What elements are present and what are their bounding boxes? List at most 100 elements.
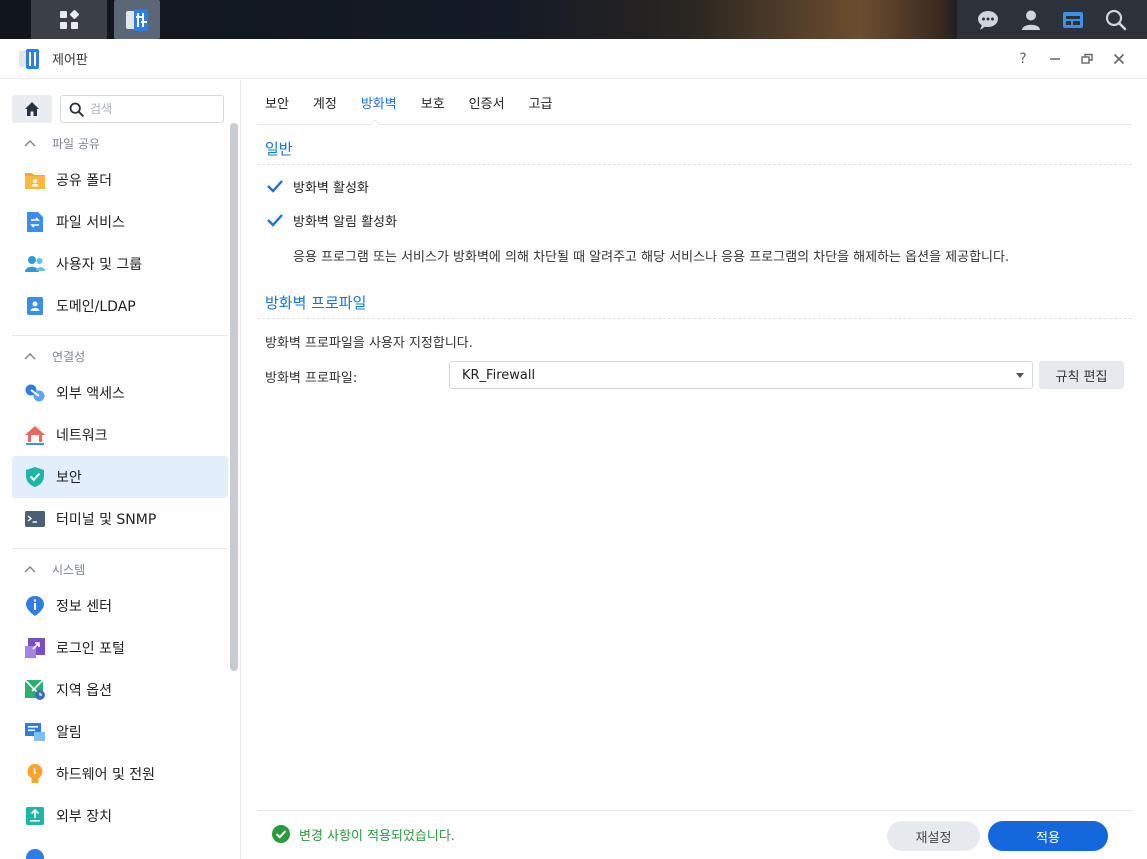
success-check-icon <box>272 825 290 843</box>
checkbox-label: 방화벽 활성화 <box>293 180 369 196</box>
sidebar-item-external-access[interactable]: 외부 액세스 <box>12 372 228 414</box>
tab-protection[interactable]: 보호 <box>413 93 453 124</box>
section-header-file-sharing[interactable]: 파일 공유 <box>24 133 100 153</box>
sidebar-item-label: 알림 <box>56 725 82 741</box>
users-groups-icon <box>24 253 46 275</box>
dropdown-caret-icon <box>1016 373 1024 378</box>
search-icon[interactable] <box>1104 8 1128 32</box>
sidebar-item-notification[interactable]: 알림 <box>12 711 228 753</box>
external-access-icon <box>24 382 46 404</box>
home-button[interactable] <box>12 95 52 123</box>
tab-advanced[interactable]: 고급 <box>521 93 561 124</box>
tab-certificate[interactable]: 인증서 <box>461 93 513 124</box>
sidebar-item-label: 하드웨어 및 전원 <box>56 767 156 783</box>
sidebar-item-login-portal[interactable]: 로그인 포털 <box>12 627 228 669</box>
window-titlebar: 제어판 ? <box>0 39 1147 79</box>
notification-description: 응용 프로그램 또는 서비스가 방화벽에 의해 차단될 때 알려주고 해당 서비… <box>293 250 1010 265</box>
chevron-up-icon <box>24 566 36 573</box>
tab-security[interactable]: 보안 <box>257 93 297 124</box>
sidebar-item-info-center[interactable]: 정보 센터 <box>12 585 228 627</box>
info-center-icon <box>24 595 46 617</box>
select-value: KR_Firewall <box>462 367 536 383</box>
sidebar-scrollbar[interactable] <box>230 123 238 671</box>
restore-button[interactable] <box>1072 39 1102 79</box>
close-icon <box>1113 53 1125 65</box>
sidebar-item-hardware-power[interactable]: 하드웨어 및 전원 <box>12 753 228 795</box>
enable-notifications-checkbox[interactable]: 방화벽 알림 활성화 <box>265 210 397 230</box>
desktop-taskbar <box>0 0 1147 39</box>
sidebar-item-label: 네트워크 <box>56 428 108 444</box>
help-button[interactable]: ? <box>1008 39 1038 79</box>
sidebar-item-security[interactable]: 보안 <box>12 456 228 498</box>
sidebar: 파일 공유 공유 폴더 파일 서비스 사용자 및 그룹 도메인/LDAP 연결성… <box>0 80 241 859</box>
tab-bar: 보안 계정 방화벽 보호 인증서 고급 <box>257 80 1132 125</box>
user-icon[interactable] <box>1019 8 1043 32</box>
minimize-icon <box>1050 58 1060 60</box>
status-text: 변경 사항이 적용되었습니다. <box>299 828 455 844</box>
edit-rules-button[interactable]: 규칙 편집 <box>1039 361 1124 389</box>
section-label: 연결성 <box>52 349 86 364</box>
minimize-button[interactable] <box>1040 39 1070 79</box>
external-devices-icon <box>24 805 46 827</box>
checkbox-checked-icon <box>265 176 285 196</box>
checkbox-checked-icon <box>265 210 285 230</box>
terminal-icon <box>24 508 46 530</box>
tab-account[interactable]: 계정 <box>305 93 345 124</box>
sidebar-item-label: 공유 폴더 <box>56 173 112 189</box>
sidebar-item-regional-options[interactable]: 지역 옵션 <box>12 669 228 711</box>
sidebar-item-label: 사용자 및 그룹 <box>56 257 143 273</box>
section-divider <box>257 164 1132 165</box>
sidebar-item-label: 외부 액세스 <box>56 386 125 402</box>
help-icon: ? <box>1019 51 1027 67</box>
chevron-up-icon <box>24 353 36 360</box>
sidebar-item-users-groups[interactable]: 사용자 및 그룹 <box>12 243 228 285</box>
section-header-system[interactable]: 시스템 <box>24 559 85 579</box>
widgets-icon[interactable] <box>1061 8 1085 32</box>
sidebar-item-label: 파일 서비스 <box>56 215 125 231</box>
main-panel: 보안 계정 방화벽 보호 인증서 고급 일반 방화벽 활성화 방화벽 알림 활성… <box>241 80 1147 859</box>
sidebar-item-domain-ldap[interactable]: 도메인/LDAP <box>12 285 228 327</box>
section-divider <box>257 318 1132 319</box>
firewall-profile-select[interactable]: KR_Firewall <box>449 361 1033 389</box>
apply-button[interactable]: 적용 <box>988 821 1108 851</box>
general-section-title: 일반 <box>265 140 293 158</box>
sidebar-item-file-services[interactable]: 파일 서비스 <box>12 201 228 243</box>
taskbar-control-panel-button[interactable] <box>114 0 160 39</box>
hardware-power-icon <box>24 763 46 785</box>
sidebar-item-terminal-snmp[interactable]: 터미널 및 SNMP <box>12 498 228 540</box>
sidebar-item-label: 지역 옵션 <box>56 683 112 699</box>
sidebar-item-label: 보안 <box>56 470 82 486</box>
control-panel-icon <box>19 48 39 69</box>
sidebar-item-partial[interactable] <box>12 837 228 859</box>
home-icon <box>25 102 39 116</box>
sidebar-item-external-devices[interactable]: 외부 장치 <box>12 795 228 837</box>
close-button[interactable] <box>1104 39 1134 79</box>
section-header-connectivity[interactable]: 연결성 <box>24 346 85 366</box>
sidebar-item-label: 터미널 및 SNMP <box>56 512 157 528</box>
control-panel-icon <box>126 8 148 31</box>
search-input[interactable] <box>90 102 220 116</box>
sidebar-item-label: 로그인 포털 <box>56 641 125 657</box>
footer-divider <box>257 810 1132 811</box>
sidebar-item-label: 도메인/LDAP <box>56 299 136 315</box>
security-shield-icon <box>24 466 46 488</box>
section-label: 시스템 <box>52 562 86 577</box>
section-label: 파일 공유 <box>52 136 100 151</box>
reset-button[interactable]: 재설정 <box>887 821 980 851</box>
update-restore-icon <box>24 847 46 859</box>
login-portal-icon <box>24 637 46 659</box>
sidebar-item-label: 외부 장치 <box>56 809 112 825</box>
enable-firewall-checkbox[interactable]: 방화벽 활성화 <box>265 176 369 196</box>
sidebar-item-shared-folder[interactable]: 공유 폴더 <box>12 159 228 201</box>
taskbar-tray <box>957 0 1147 39</box>
checkbox-label: 방화벽 알림 활성화 <box>293 214 397 230</box>
chat-icon[interactable] <box>976 8 1000 32</box>
sidebar-search[interactable] <box>60 95 224 123</box>
domain-ldap-icon <box>24 295 46 317</box>
active-tab-indicator <box>370 119 380 125</box>
regional-options-icon <box>24 679 46 701</box>
sidebar-item-network[interactable]: 네트워크 <box>12 414 228 456</box>
main-menu-button[interactable] <box>31 0 107 39</box>
section-divider <box>12 335 228 336</box>
profile-field-label: 방화벽 프로파일: <box>265 371 358 386</box>
